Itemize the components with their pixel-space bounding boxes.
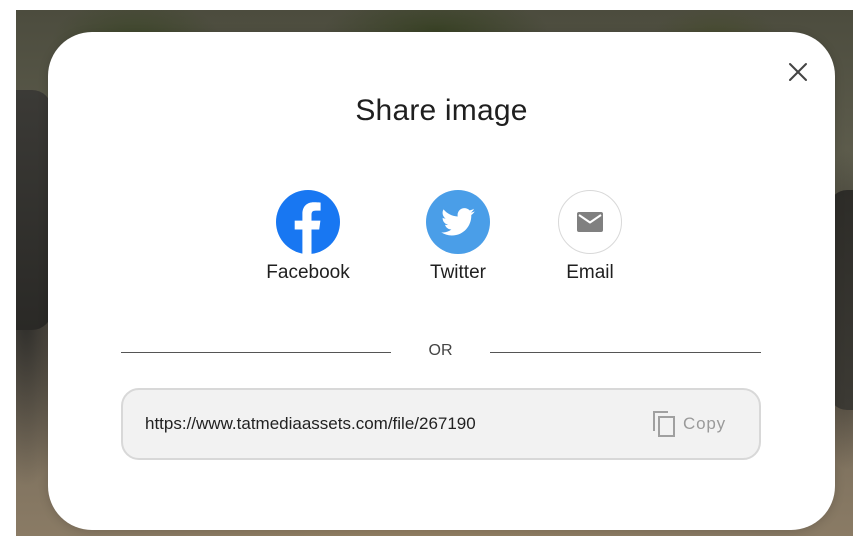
share-email-button[interactable]: Email	[535, 190, 645, 284]
share-link-url[interactable]: https://www.tatmediaassets.com/file/2671…	[145, 414, 476, 434]
share-link-field[interactable]: https://www.tatmediaassets.com/file/2671…	[121, 388, 761, 460]
divider-line-left	[121, 352, 391, 353]
copy-button[interactable]: Copy	[651, 408, 726, 440]
close-icon	[789, 63, 807, 81]
share-twitter-button[interactable]: Twitter	[403, 190, 513, 284]
copy-label: Copy	[683, 414, 726, 433]
facebook-icon	[276, 190, 340, 254]
dialog-title: Share image	[355, 94, 528, 127]
share-dialog: Share image Facebook Twitter Email OR ht…	[48, 32, 835, 530]
divider-label: OR	[428, 342, 453, 359]
email-icon	[558, 190, 622, 254]
share-facebook-button[interactable]: Facebook	[253, 190, 363, 284]
share-twitter-label: Twitter	[430, 262, 486, 283]
share-facebook-label: Facebook	[266, 262, 350, 283]
share-email-label: Email	[566, 262, 614, 283]
twitter-icon	[426, 190, 490, 254]
copy-icon	[653, 411, 675, 437]
share-options: Facebook Twitter Email	[48, 190, 835, 290]
divider-line-right	[490, 352, 761, 353]
or-divider: OR	[121, 340, 761, 364]
background-figure-left	[16, 90, 52, 330]
close-button[interactable]	[786, 60, 810, 84]
